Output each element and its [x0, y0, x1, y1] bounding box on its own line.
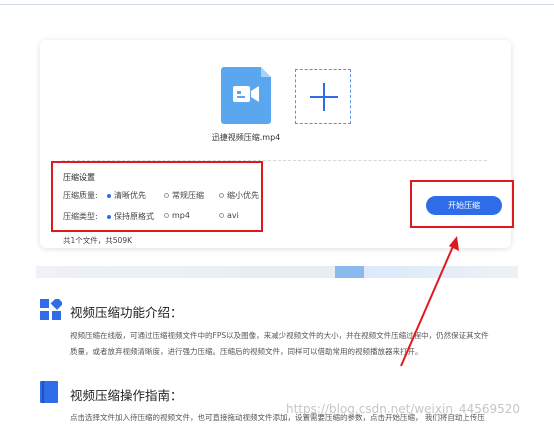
- red-arrow-annotation: [400, 236, 459, 367]
- watermark-text: https://blog.csdn.net/weixin_44569520: [286, 402, 521, 416]
